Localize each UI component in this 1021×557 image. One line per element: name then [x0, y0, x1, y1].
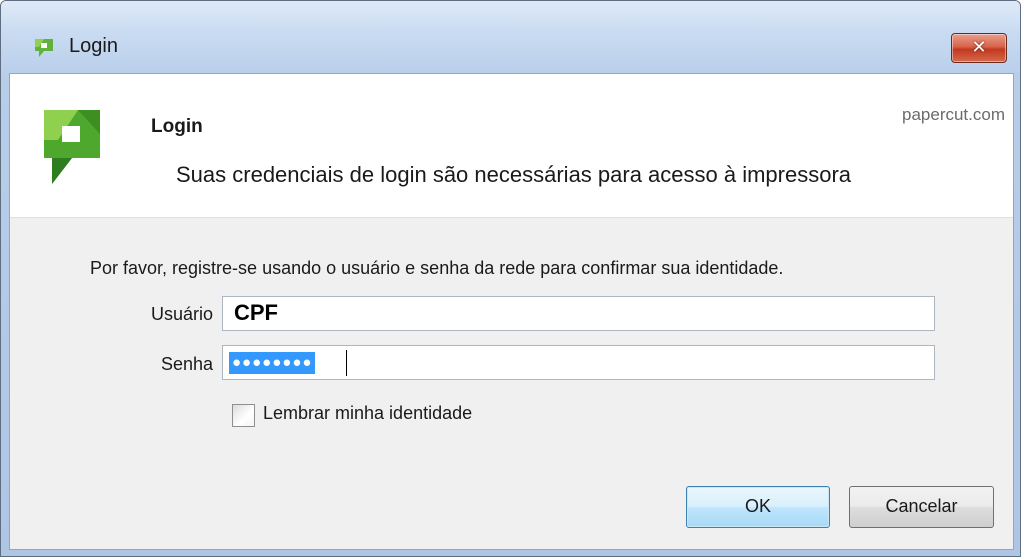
window-title: Login	[69, 35, 118, 57]
cancel-button[interactable]: Cancelar	[849, 486, 994, 528]
close-button[interactable]: ✕	[951, 33, 1007, 63]
instruction-text: Por favor, registre-se usando o usuário …	[90, 258, 784, 278]
dialog-header: Login papercut.com Suas credenciais de l…	[10, 74, 1013, 218]
username-input[interactable]: CPF	[222, 296, 935, 331]
title-bar[interactable]: Login ✕	[1, 1, 1020, 73]
header-subtitle: Suas credenciais de login são necessária…	[176, 162, 852, 187]
remember-identity-checkbox[interactable]	[232, 404, 255, 427]
papercut-logo-icon	[35, 39, 53, 57]
dialog-content: Login papercut.com Suas credenciais de l…	[9, 73, 1014, 550]
password-input[interactable]: ●●●●●●●●	[222, 345, 935, 380]
text-caret	[346, 350, 347, 376]
login-dialog-window: Login ✕ Login papercut.com Suas credenci…	[0, 0, 1021, 557]
password-label: Senha	[160, 354, 213, 374]
password-masked-value: ●●●●●●●●	[229, 352, 316, 374]
site-label: papercut.com	[902, 105, 1005, 124]
username-label: Usuário	[150, 304, 213, 324]
username-value: CPF	[234, 300, 278, 325]
remember-identity-label[interactable]: Lembrar minha identidade	[263, 403, 472, 424]
close-icon: ✕	[971, 37, 987, 57]
papercut-logo-icon	[44, 110, 100, 184]
ok-button[interactable]: OK	[686, 486, 830, 528]
header-title: Login	[151, 116, 203, 137]
